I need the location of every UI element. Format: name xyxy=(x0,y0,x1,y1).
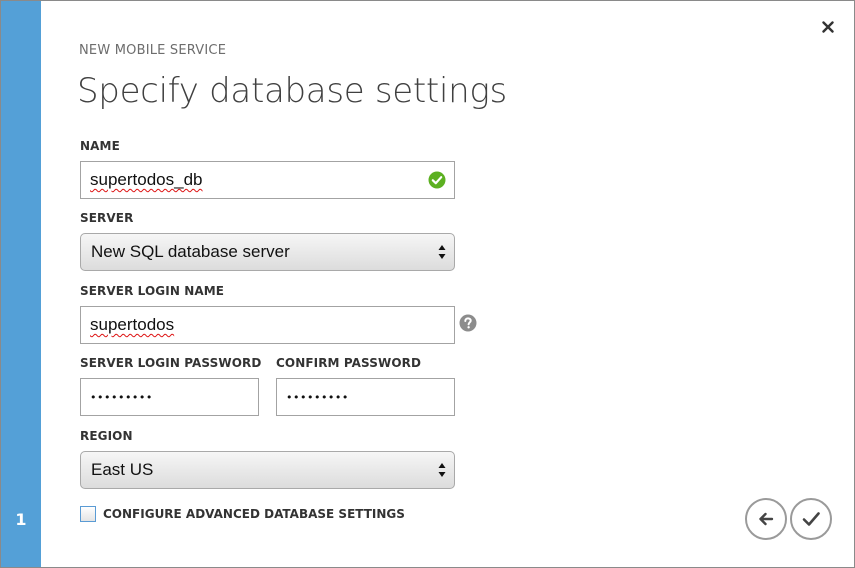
server-login-name-label: SERVER LOGIN NAME xyxy=(80,284,225,298)
advanced-settings-checkbox[interactable] xyxy=(80,506,96,522)
server-login-name-value: supertodos xyxy=(90,315,175,334)
server-login-password-value: ••••••••• xyxy=(90,390,153,404)
select-arrows-icon xyxy=(438,463,446,477)
advanced-settings-label: CONFIGURE ADVANCED DATABASE SETTINGS xyxy=(103,507,405,521)
question-circle-icon[interactable] xyxy=(459,314,477,332)
arrow-left-icon xyxy=(759,512,774,526)
close-icon xyxy=(822,21,834,33)
region-label: REGION xyxy=(80,429,133,443)
confirm-password-field[interactable]: ••••••••• xyxy=(276,378,455,416)
close-button[interactable] xyxy=(818,17,838,37)
select-arrows-icon xyxy=(438,245,446,259)
step-number: 1 xyxy=(15,510,27,529)
confirm-password-label: CONFIRM PASSWORD xyxy=(276,356,422,370)
page-title: Specify database settings xyxy=(77,71,507,111)
server-select[interactable]: New SQL database server xyxy=(80,233,455,271)
wizard-subtitle: NEW MOBILE SERVICE xyxy=(79,43,227,58)
complete-button[interactable] xyxy=(790,498,832,540)
back-button[interactable] xyxy=(745,498,787,540)
server-login-name-field[interactable]: supertodos xyxy=(80,306,455,344)
checkmark-icon xyxy=(802,512,820,526)
region-select[interactable]: East US xyxy=(80,451,455,489)
name-field[interactable]: supertodos_db xyxy=(80,161,455,199)
advanced-settings-checkbox-row[interactable]: CONFIGURE ADVANCED DATABASE SETTINGS xyxy=(80,506,405,522)
region-select-value: East US xyxy=(91,460,154,479)
name-label: NAME xyxy=(80,139,120,153)
new-mobile-service-dialog: 1 NEW MOBILE SERVICE Specify database se… xyxy=(0,0,855,568)
server-label: SERVER xyxy=(80,211,134,225)
confirm-password-value: ••••••••• xyxy=(286,390,349,404)
server-login-password-field[interactable]: ••••••••• xyxy=(80,378,259,416)
name-field-value: supertodos_db xyxy=(90,170,203,189)
check-circle-icon xyxy=(428,171,446,189)
server-select-value: New SQL database server xyxy=(91,242,290,261)
step-rail: 1 xyxy=(1,1,41,567)
server-login-password-label: SERVER LOGIN PASSWORD xyxy=(80,356,262,370)
